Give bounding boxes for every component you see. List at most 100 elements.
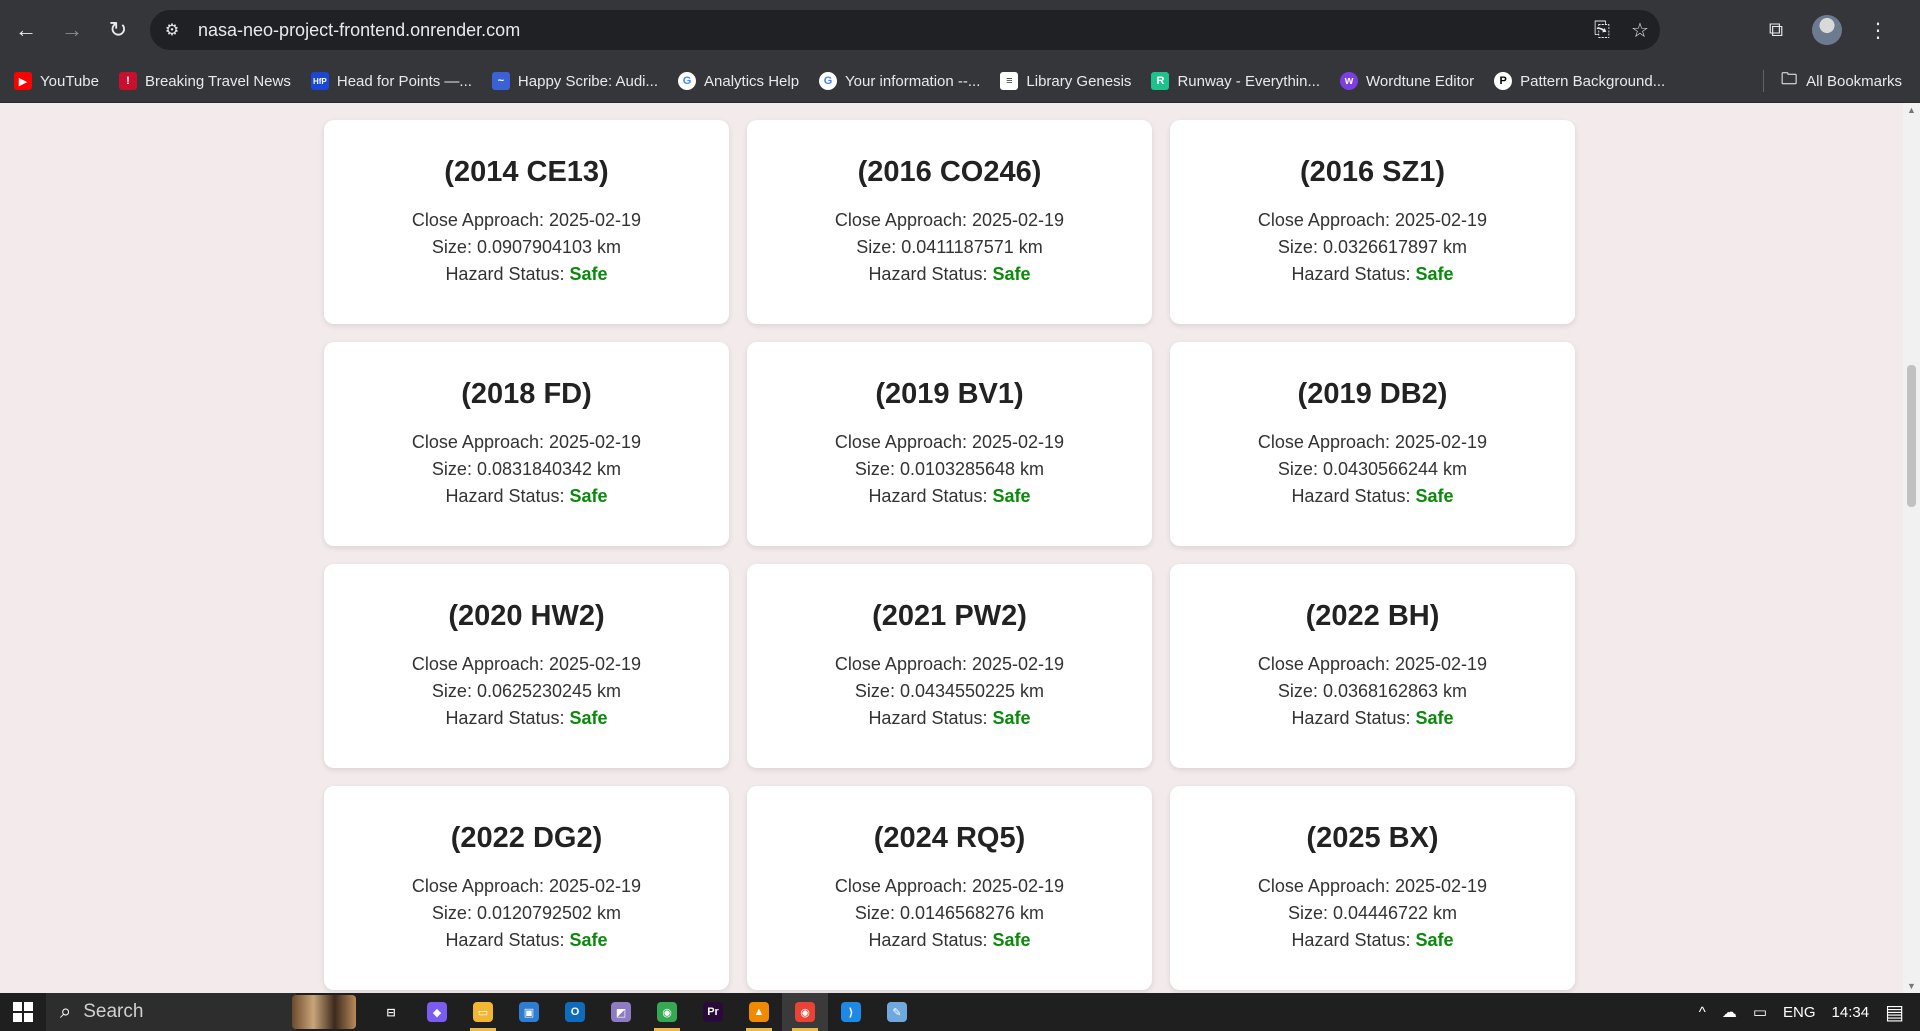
bookmark-youtube[interactable]: ▶ YouTube — [14, 72, 99, 90]
hazard-status-row: Hazard Status: Safe — [868, 483, 1030, 510]
hazard-status-label: Hazard Status: — [445, 264, 565, 284]
page-scrollbar[interactable]: ▲ ▼ — [1903, 103, 1920, 993]
taskbar-search[interactable]: ⌕ Search — [46, 993, 296, 1031]
back-icon: ← — [15, 17, 37, 42]
task-view-icon: ⊟ — [381, 1002, 401, 1022]
bookmark-head-for-points[interactable]: HfP Head for Points —... — [310, 72, 472, 90]
copilot-icon: ◆ — [427, 1002, 447, 1022]
bookmark-runway[interactable]: R Runway - Everythin... — [1151, 72, 1320, 90]
hazard-status-label: Hazard Status: — [1291, 264, 1411, 284]
back-button[interactable]: ← — [6, 10, 46, 50]
file-explorer-icon: ▭ — [473, 1002, 493, 1022]
neo-name: (2025 BX) — [1306, 822, 1439, 854]
folder-icon: 🗀 — [1781, 70, 1798, 88]
hazard-status-row: Hazard Status: Safe — [445, 705, 607, 732]
close-approach-text: Close Approach: 2025-02-19 — [1257, 876, 1488, 896]
site-info-icon: ⚙ — [164, 22, 180, 39]
close-approach-text: Close Approach: 2025-02-19 — [1257, 210, 1488, 230]
bookmark-label: Library Genesis — [1026, 72, 1132, 90]
reload-icon: ↻ — [108, 17, 128, 42]
extensions-button[interactable]: ⧉ — [1760, 14, 1792, 46]
scrollbar-thumb[interactable] — [1907, 365, 1916, 507]
vscode-icon: ⟩ — [841, 1002, 861, 1022]
hazard-status-row: Hazard Status: Safe — [868, 261, 1030, 288]
hazard-status-badge: Safe — [1415, 486, 1454, 506]
forward-button[interactable]: → — [52, 10, 92, 50]
onedrive-icon[interactable]: ☁ — [1722, 1003, 1737, 1021]
bookmark-analytics-help[interactable]: G Analytics Help — [678, 72, 799, 90]
bookmark-library-genesis[interactable]: ≡ Library Genesis — [1000, 72, 1131, 90]
taskbar-app[interactable]: Pr — [690, 993, 736, 1031]
wordtune-icon: w — [1340, 72, 1358, 90]
taskbar-app[interactable]: ◉ — [644, 993, 690, 1031]
neo-card: (2024 RQ5) Close Approach: 2025-02-19 Size… — [747, 786, 1152, 990]
all-bookmarks-label: All Bookmarks — [1806, 72, 1902, 90]
clock[interactable]: 14:34 — [1832, 1004, 1870, 1021]
close-approach-text: Close Approach: 2025-02-19 — [834, 432, 1065, 452]
bookmark-label: Wordtune Editor — [1366, 72, 1475, 90]
neo-card: (2025 BX) Close Approach: 2025-02-19 Size:… — [1170, 786, 1575, 990]
search-icon: ⌕ — [60, 1000, 72, 1023]
neo-card: (2016 SZ1) Close Approach: 2025-02-19 Size… — [1170, 120, 1575, 324]
close-approach-text: Close Approach: 2025-02-19 — [834, 876, 1065, 896]
photos-icon: ◩ — [611, 1002, 631, 1022]
battery-icon[interactable]: ▭ — [1753, 1003, 1767, 1021]
taskbar-app[interactable]: ▭ — [460, 993, 506, 1031]
address-bar[interactable]: ⚙ nasa-neo-project-frontend.onrender.com… — [150, 10, 1660, 50]
site-info-button[interactable]: ⚙ — [156, 14, 188, 46]
scroll-down-icon[interactable]: ▼ — [1903, 979, 1920, 993]
taskbar-app[interactable]: ⟩ — [828, 993, 874, 1031]
hazard-status-row: Hazard Status: Safe — [445, 261, 607, 288]
language-indicator[interactable]: ENG — [1783, 1004, 1816, 1021]
bookmark-label: Breaking Travel News — [144, 72, 291, 90]
bookmark-label: Your information --... — [845, 72, 981, 90]
bookmark-happy-scribe[interactable]: ~ Happy Scribe: Audi... — [491, 72, 658, 90]
bookmark-your-information[interactable]: G Your information --... — [819, 72, 980, 90]
scroll-up-icon[interactable]: ▲ — [1903, 103, 1920, 117]
windows-icon — [13, 1002, 33, 1022]
bookmark-breaking-travel-news[interactable]: ! Breaking Travel News — [118, 72, 291, 90]
bookmark-pattern-background[interactable]: P Pattern Background... — [1494, 72, 1665, 90]
reload-button[interactable]: ↻ — [98, 10, 138, 50]
neo-card-grid: (2014 CE13) Close Approach: 2025-02-19 Siz… — [324, 120, 1575, 990]
browser-menu-button[interactable]: ⋮ — [1862, 14, 1894, 46]
hazard-status-badge: Safe — [992, 486, 1031, 506]
size-text: Size: 0.0411187571 km — [856, 237, 1043, 257]
notification-icon[interactable]: ▤ — [1885, 1000, 1904, 1025]
taskbar-app[interactable]: ⊟ — [368, 993, 414, 1031]
profile-avatar[interactable] — [1812, 15, 1842, 45]
size-text: Size: 0.0625230245 km — [431, 681, 622, 701]
extensions-icon: ⧉ — [1768, 18, 1784, 41]
bookmark-star-button[interactable]: ☆ — [1624, 14, 1656, 46]
bookmark-wordtune[interactable]: w Wordtune Editor — [1340, 72, 1474, 90]
taskbar-app[interactable]: O — [552, 993, 598, 1031]
neo-card: (2018 FD) Close Approach: 2025-02-19 Size:… — [324, 342, 729, 546]
taskbar-app[interactable]: ◉ — [782, 993, 828, 1031]
taskbar-app[interactable]: ◩ — [598, 993, 644, 1031]
bookmark-label: Head for Points —... — [336, 72, 472, 90]
hazard-status-row: Hazard Status: Safe — [1291, 927, 1453, 954]
bookmark-label: Runway - Everythin... — [1177, 72, 1320, 90]
neo-card: (2016 CO246) Close Approach: 2025-02-19 Si… — [747, 120, 1152, 324]
size-text: Size: 0.0103285648 km — [854, 459, 1045, 479]
taskbar-app[interactable]: ▣ — [506, 993, 552, 1031]
size-text: Size: 0.0430566244 km — [1277, 459, 1468, 479]
install-app-button[interactable]: ⎘ — [1586, 14, 1618, 46]
start-button[interactable] — [0, 993, 46, 1031]
search-highlight-image[interactable] — [292, 995, 356, 1029]
tray-chevron-icon[interactable]: ^ — [1699, 1004, 1706, 1021]
all-bookmarks-button[interactable]: 🗀 All Bookmarks — [1780, 70, 1902, 90]
size-text: Size: 0.0368162863 km — [1277, 681, 1468, 701]
url-text[interactable]: nasa-neo-project-frontend.onrender.com — [198, 20, 520, 41]
library-genesis-icon: ≡ — [1000, 72, 1019, 90]
taskbar-app[interactable]: ◆ — [414, 993, 460, 1031]
install-icon: ⎘ — [1594, 18, 1610, 41]
taskbar-app[interactable]: ▲ — [736, 993, 782, 1031]
hazard-status-row: Hazard Status: Safe — [868, 705, 1030, 732]
taskbar-app[interactable]: ✎ — [874, 993, 920, 1031]
hazard-status-label: Hazard Status: — [868, 486, 988, 506]
menu-icon: ⋮ — [1868, 19, 1888, 42]
neo-name: (2022 DG2) — [450, 822, 603, 854]
hazard-status-badge: Safe — [1415, 708, 1454, 728]
neo-card: (2022 DG2) Close Approach: 2025-02-19 Size… — [324, 786, 729, 990]
